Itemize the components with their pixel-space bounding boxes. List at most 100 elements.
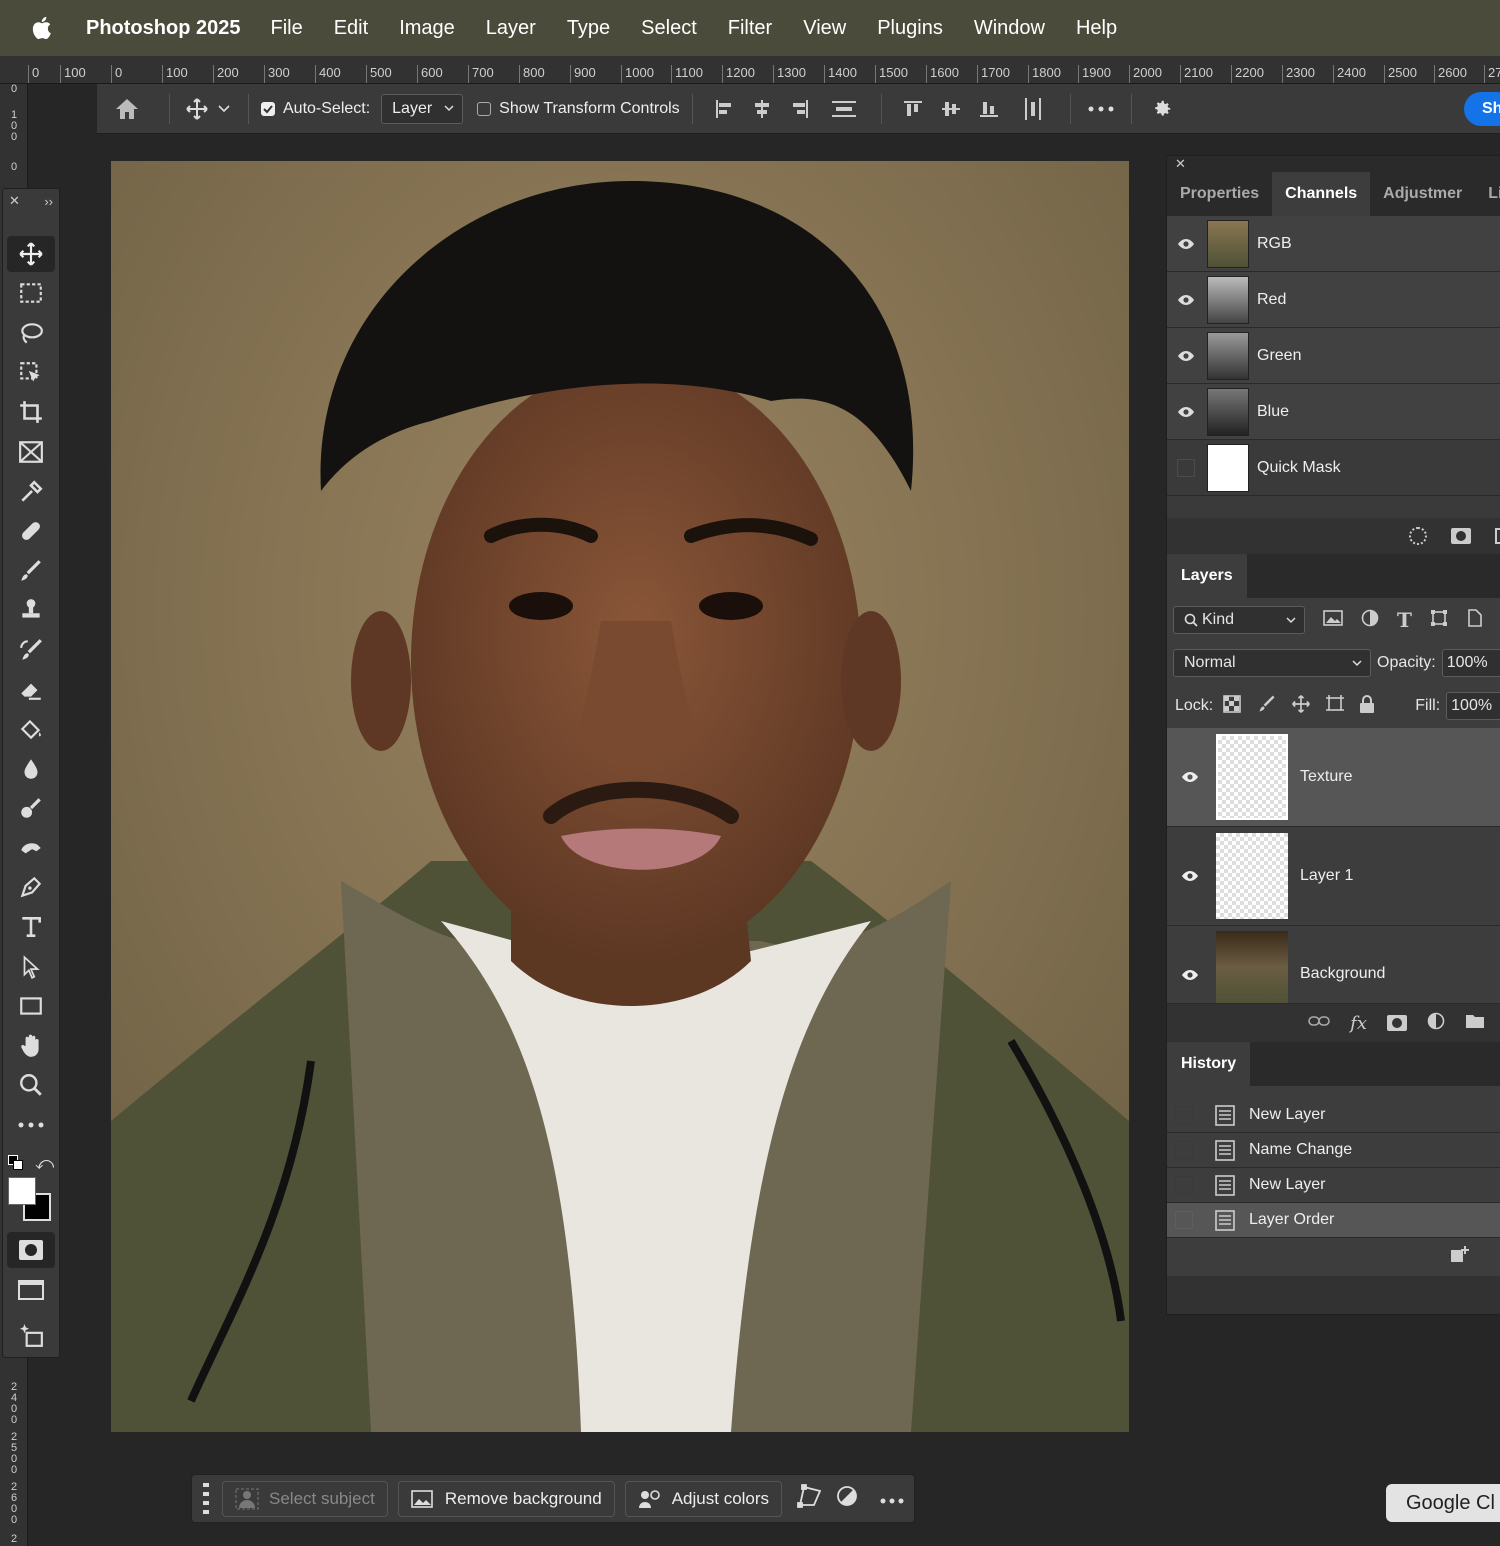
menu-file[interactable]: File bbox=[270, 17, 302, 40]
layer-row-texture[interactable]: Texture bbox=[1167, 728, 1500, 827]
apple-icon[interactable] bbox=[30, 15, 56, 41]
tab-libraries[interactable]: Libr bbox=[1475, 172, 1500, 216]
align-bottom-edges-icon[interactable] bbox=[970, 99, 1008, 119]
fill-input[interactable]: 100% bbox=[1446, 692, 1500, 720]
eye-icon[interactable] bbox=[1177, 406, 1195, 418]
type-layer-filter-icon[interactable]: T bbox=[1397, 608, 1412, 632]
channel-row-green[interactable]: Green bbox=[1167, 328, 1500, 384]
menu-window[interactable]: Window bbox=[974, 17, 1045, 40]
eye-icon[interactable] bbox=[1177, 350, 1195, 362]
quick-mask-mode-button[interactable] bbox=[7, 1232, 55, 1268]
blend-mode-dropdown[interactable]: Normal bbox=[1173, 649, 1371, 677]
gear-icon[interactable] bbox=[1144, 98, 1180, 120]
swap-colors-icon[interactable]: ⤺ bbox=[35, 1153, 54, 1174]
menu-filter[interactable]: Filter bbox=[728, 17, 772, 40]
hand-tool[interactable] bbox=[7, 1028, 55, 1064]
distribute-horizontal-icon[interactable] bbox=[1008, 97, 1058, 121]
eye-icon[interactable] bbox=[1181, 771, 1199, 783]
menu-layer[interactable]: Layer bbox=[486, 17, 536, 40]
move-tool-icon[interactable] bbox=[182, 97, 212, 121]
type-tool[interactable] bbox=[7, 909, 55, 945]
adjustment-layer-icon[interactable] bbox=[1427, 1012, 1445, 1035]
align-horizontal-centers-icon[interactable] bbox=[743, 99, 781, 119]
smart-object-filter-icon[interactable] bbox=[1466, 608, 1482, 632]
layer-row-background[interactable]: Background bbox=[1167, 926, 1500, 1004]
tab-adjustments[interactable]: Adjustmer bbox=[1370, 172, 1475, 216]
adjustment-layer-filter-icon[interactable] bbox=[1361, 609, 1379, 632]
eye-icon[interactable] bbox=[1177, 294, 1195, 306]
history-item[interactable]: New Layer bbox=[1167, 1098, 1500, 1133]
dodge-tool[interactable] bbox=[7, 790, 55, 826]
frame-tool[interactable] bbox=[7, 434, 55, 470]
link-layers-icon[interactable] bbox=[1308, 1014, 1330, 1032]
healing-brush-tool[interactable] bbox=[7, 513, 55, 549]
align-top-edges-icon[interactable] bbox=[894, 99, 932, 119]
align-left-edges-icon[interactable] bbox=[705, 99, 743, 119]
channel-row-blue[interactable]: Blue bbox=[1167, 384, 1500, 440]
history-item[interactable]: New Layer bbox=[1167, 1168, 1500, 1203]
select-subject-button[interactable]: Select subject bbox=[222, 1480, 388, 1517]
move-tool[interactable] bbox=[7, 236, 55, 272]
history-snapshot-toggle[interactable] bbox=[1175, 1211, 1193, 1229]
clone-stamp-tool[interactable] bbox=[7, 592, 55, 628]
app-name[interactable]: Photoshop 2025 bbox=[86, 17, 240, 40]
drag-handle-icon[interactable] bbox=[192, 1482, 220, 1515]
close-icon[interactable]: ✕ bbox=[9, 193, 20, 209]
collapse-icon[interactable]: ›› bbox=[44, 194, 53, 209]
edit-toolbar-button[interactable] bbox=[7, 1107, 55, 1143]
transform-icon[interactable] bbox=[796, 1483, 822, 1514]
zoom-tool[interactable] bbox=[7, 1067, 55, 1103]
document-canvas[interactable] bbox=[111, 161, 1129, 1432]
lock-all-icon[interactable] bbox=[1359, 694, 1375, 719]
pixel-layer-filter-icon[interactable] bbox=[1323, 609, 1343, 631]
opacity-input[interactable]: 100% bbox=[1441, 649, 1500, 677]
marquee-tool[interactable] bbox=[7, 275, 55, 311]
object-selection-tool[interactable] bbox=[7, 355, 55, 391]
menu-view[interactable]: View bbox=[803, 17, 846, 40]
pen-tool[interactable] bbox=[7, 869, 55, 905]
more-options-icon[interactable] bbox=[1083, 106, 1119, 112]
tab-history[interactable]: History bbox=[1167, 1042, 1251, 1086]
eraser-tool[interactable] bbox=[7, 671, 55, 707]
crop-tool[interactable] bbox=[7, 394, 55, 430]
path-selection-tool[interactable] bbox=[7, 949, 55, 985]
generative-tool[interactable] bbox=[7, 1317, 55, 1353]
align-vertical-centers-icon[interactable] bbox=[932, 99, 970, 119]
share-button[interactable]: Sh bbox=[1464, 92, 1500, 126]
history-item[interactable]: Name Change bbox=[1167, 1133, 1500, 1168]
align-right-edges-icon[interactable] bbox=[781, 99, 819, 119]
menu-edit[interactable]: Edit bbox=[334, 17, 368, 40]
shape-layer-filter-icon[interactable] bbox=[1430, 609, 1448, 632]
rectangle-tool[interactable] bbox=[7, 988, 55, 1024]
save-selection-icon[interactable] bbox=[1451, 528, 1471, 544]
visibility-toggle[interactable] bbox=[1177, 458, 1195, 477]
home-icon[interactable] bbox=[97, 97, 157, 121]
chevron-down-icon[interactable] bbox=[212, 104, 236, 113]
new-snapshot-icon[interactable] bbox=[1449, 1245, 1471, 1270]
remove-background-button[interactable]: Remove background bbox=[397, 1480, 615, 1517]
distribute-vertical-icon[interactable] bbox=[819, 99, 869, 119]
adjust-colors-button[interactable]: Adjust colors bbox=[624, 1480, 783, 1517]
lasso-tool[interactable] bbox=[7, 315, 55, 351]
history-snapshot-toggle[interactable] bbox=[1175, 1106, 1193, 1124]
channel-row-quick-mask[interactable]: Quick Mask bbox=[1167, 440, 1500, 496]
channel-row-red[interactable]: Red bbox=[1167, 272, 1500, 328]
horizontal-ruler[interactable]: 0 100 0 100 200 300 400 500 600 700 800 … bbox=[0, 56, 1500, 84]
more-options-icon[interactable] bbox=[880, 1489, 904, 1509]
foreground-color-swatch[interactable] bbox=[8, 1177, 36, 1205]
tab-properties[interactable]: Properties bbox=[1167, 172, 1272, 216]
menu-type[interactable]: Type bbox=[567, 17, 610, 40]
lock-image-pixels-icon[interactable] bbox=[1257, 694, 1277, 719]
show-transform-checkbox[interactable] bbox=[477, 101, 492, 116]
default-colors-icon[interactable] bbox=[8, 1155, 24, 1171]
screen-mode-button[interactable] bbox=[7, 1272, 55, 1308]
new-group-icon[interactable] bbox=[1465, 1013, 1485, 1034]
paint-bucket-tool[interactable] bbox=[7, 711, 55, 747]
eye-icon[interactable] bbox=[1181, 969, 1199, 981]
eye-icon[interactable] bbox=[1181, 870, 1199, 882]
menu-plugins[interactable]: Plugins bbox=[877, 17, 943, 40]
lock-transparent-pixels-icon[interactable] bbox=[1223, 694, 1242, 718]
menu-help[interactable]: Help bbox=[1076, 17, 1117, 40]
menu-select[interactable]: Select bbox=[641, 17, 697, 40]
new-channel-icon[interactable] bbox=[1495, 528, 1500, 544]
